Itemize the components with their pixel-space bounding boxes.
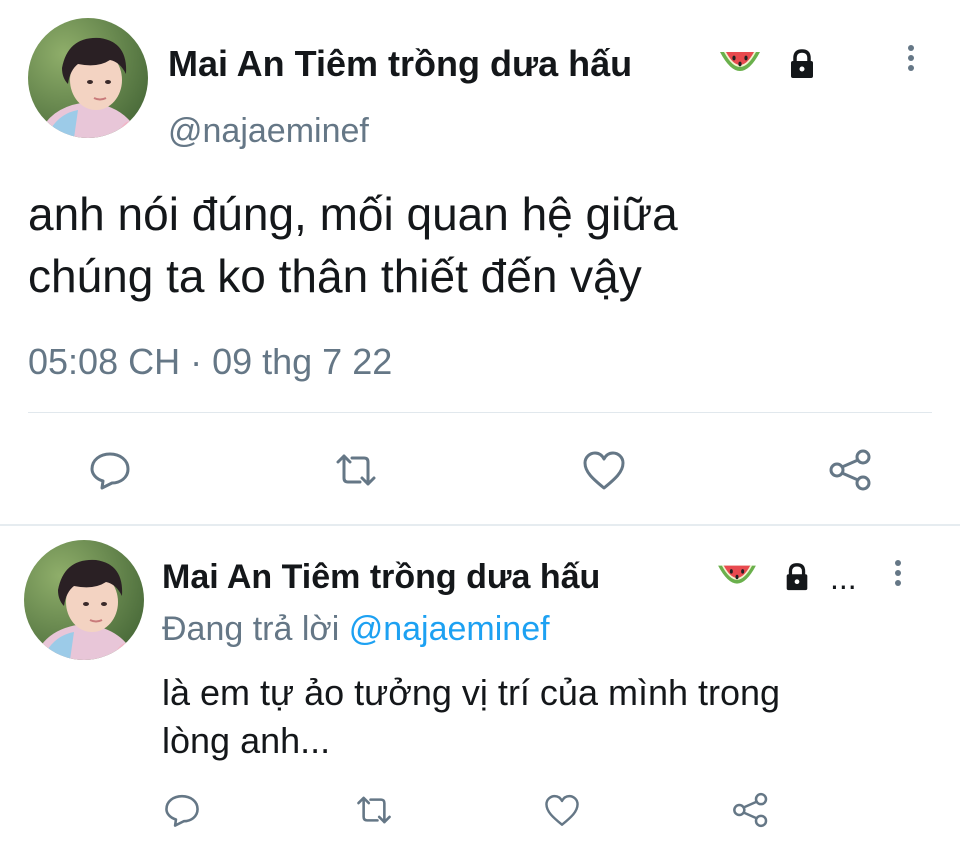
display-name[interactable]: Mai An Tiêm trồng dưa hấu <box>162 556 600 598</box>
tweet-text-line-2: chúng ta ko thân thiết đến vậy <box>28 250 642 302</box>
replying-to-handle[interactable]: @najaeminef <box>349 610 550 648</box>
like-button[interactable] <box>580 446 628 494</box>
retweet-icon <box>357 796 391 824</box>
section-divider <box>0 524 960 526</box>
watermelon-emoji-icon <box>718 46 762 82</box>
reply-icon <box>90 452 130 490</box>
heart-icon <box>583 451 625 490</box>
reply-button[interactable] <box>162 790 202 830</box>
replying-prefix: Đang trả lời <box>162 610 340 648</box>
lock-icon <box>782 562 812 592</box>
lock-icon <box>786 48 818 80</box>
display-name[interactable]: Mai An Tiêm trồng dưa hấu <box>168 42 632 86</box>
tweet-timestamp[interactable]: 05:08 CH · 09 thg 7 22 <box>28 340 392 384</box>
avatar[interactable] <box>24 540 144 660</box>
heart-icon <box>545 794 579 826</box>
share-icon <box>829 449 871 491</box>
replying-to: Đang trả lời @najaeminef <box>162 608 550 650</box>
like-button[interactable] <box>542 790 582 830</box>
share-button[interactable] <box>730 790 772 830</box>
retweet-icon <box>336 454 376 486</box>
more-vertical-icon[interactable] <box>892 560 904 586</box>
share-icon <box>733 792 768 828</box>
tweet-text-line-1: là em tự ảo tưởng vị trí của mình trong <box>162 672 781 713</box>
divider <box>28 412 932 413</box>
retweet-button[interactable] <box>352 790 396 830</box>
tweet-text-line-1: anh nói đúng, mối quan hệ giữa <box>28 188 678 240</box>
share-button[interactable] <box>826 446 876 494</box>
name-truncation-ellipsis: ... <box>830 560 857 596</box>
more-vertical-icon[interactable] <box>905 45 917 71</box>
watermelon-emoji-icon <box>716 560 758 594</box>
reply-icon <box>165 794 199 827</box>
user-handle[interactable]: @najaeminef <box>168 110 369 152</box>
retweet-button[interactable] <box>330 446 382 494</box>
reply-button[interactable] <box>86 446 134 494</box>
avatar[interactable] <box>28 18 148 138</box>
tweet-text-line-2: lòng anh... <box>162 720 331 761</box>
